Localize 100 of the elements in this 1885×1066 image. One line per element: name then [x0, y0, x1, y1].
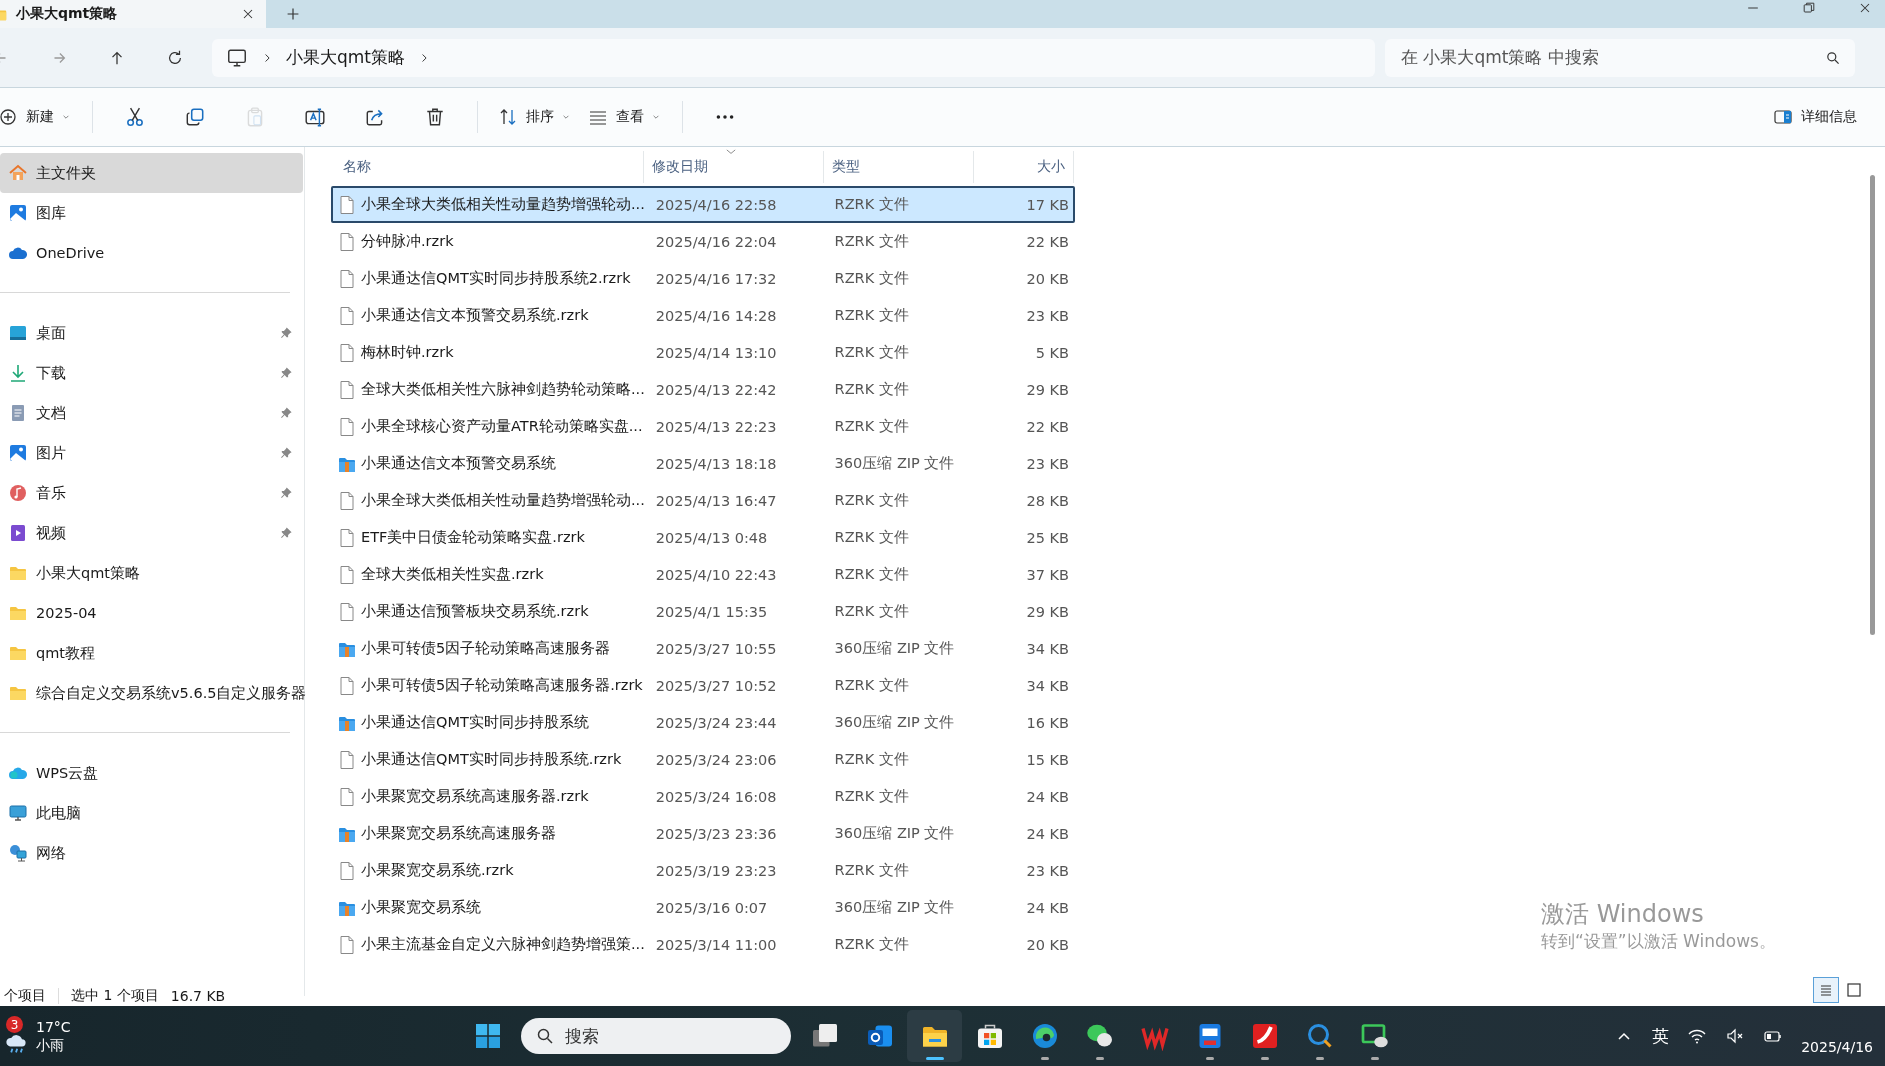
table-cell-text: 2025/3/24 16:08: [654, 788, 778, 805]
sidebar-item[interactable]: 2025-04: [0, 593, 303, 633]
file-name: 小果通达信QMT实时同步持股系统.rzrk: [361, 750, 622, 769]
table-cell-text: 2025/3/24 23:44: [654, 714, 778, 731]
table-cell-text: 22 KB: [1025, 233, 1070, 250]
file-name: 小果聚宽交易系统高速服务器: [361, 824, 556, 843]
scrollbar[interactable]: [1870, 175, 1875, 635]
file-row[interactable]: 小果聚宽交易系统高速服务器 2025/3/23 23:36 360压缩 ZIP 文件 24 KB: [331, 815, 1075, 852]
table-cell-text: 24 KB: [1025, 899, 1070, 916]
toolbar-button[interactable]: 新建: [0, 101, 80, 133]
trash-icon[interactable]: [424, 106, 446, 128]
file-row[interactable]: 小果可转债5因子轮动策略高速服务器.rzrk 2025/3/27 10:52 RZRK 文件 34 KB: [331, 667, 1075, 704]
activation-text: 转到“设置”以激活 Windows。: [1541, 930, 1776, 953]
file-row[interactable]: 小果通达信文本预警交易系统.rzrk 2025/4/16 14:28 RZRK 文件 23 KB: [331, 297, 1075, 334]
file-row[interactable]: 小果全球核心资产动量ATR轮动策略实盘... 2025/4/13 22:23 RZRK 文件 22 KB: [331, 408, 1075, 445]
details-pane-icon: [1773, 107, 1793, 127]
table-cell-text: 25 KB: [1025, 529, 1070, 546]
file-row[interactable]: 小果可转债5因子轮动策略高速服务器 2025/3/27 10:55 360压缩 ZIP 文件 34 KB: [331, 630, 1075, 667]
sidebar-item[interactable]: 下载: [0, 353, 303, 393]
clock-date[interactable]: 2025/4/16: [1801, 1039, 1873, 1055]
file-row[interactable]: 分钟脉冲.rzrk 2025/4/16 22:04 RZRK 文件 22 KB: [331, 223, 1075, 260]
sidebar-item[interactable]: 视频: [0, 513, 303, 553]
column-header[interactable]: 类型: [824, 151, 974, 183]
table-cell-text: RZRK 文件: [833, 935, 910, 954]
sidebar-item[interactable]: 主文件夹: [0, 153, 303, 193]
sidebar-item[interactable]: 小果大qmt策略: [0, 553, 303, 593]
table-cell-text: 29 KB: [1025, 381, 1070, 398]
sidebar-item[interactable]: 此电脑: [0, 793, 303, 833]
file-row[interactable]: 梅林时钟.rzrk 2025/4/14 13:10 RZRK 文件 5 KB: [331, 334, 1075, 371]
file-row[interactable]: 小果通达信QMT实时同步持股系统 2025/3/24 23:44 360压缩 ZIP 文件 16 KB: [331, 704, 1075, 741]
status-text: 个项目: [4, 987, 46, 1005]
search-field[interactable]: 在 小果大qmt策略 中搜索: [1385, 38, 1855, 77]
sidebar-item[interactable]: 音乐: [0, 473, 303, 513]
sidebar-item[interactable]: 网络: [0, 833, 303, 873]
breadcrumb-item[interactable]: 小果大qmt策略: [286, 46, 406, 69]
table-cell-text: 360压缩 ZIP 文件: [833, 639, 956, 658]
file-name: 小果通达信文本预警交易系统.rzrk: [361, 306, 589, 325]
column-header[interactable]: 大小: [974, 151, 1074, 183]
file-icon: [337, 489, 357, 512]
table-cell-text: 17 KB: [1025, 196, 1070, 213]
scissors-icon[interactable]: [124, 106, 146, 128]
search-icon[interactable]: [1825, 49, 1841, 66]
file-row[interactable]: 小果主流基金自定义六脉神剑趋势增强策... 2025/3/14 11:00 RZRK 文件 20 KB: [331, 926, 1075, 963]
tab[interactable]: 小果大qmt策略: [0, 0, 266, 28]
sidebar-item[interactable]: WPS云盘: [0, 753, 303, 793]
file-name: 梅林时钟.rzrk: [361, 343, 454, 362]
details-button[interactable]: 详细信息: [1765, 101, 1865, 133]
table-cell-text: 2025/4/13 22:23: [654, 418, 778, 435]
file-row[interactable]: ETF美中日债金轮动策略实盘.rzrk 2025/4/13 0:48 RZRK 文件 25 KB: [331, 519, 1075, 556]
file-row[interactable]: 小果聚宽交易系统.rzrk 2025/3/19 23:23 RZRK 文件 23 KB: [331, 852, 1075, 889]
sidebar-item[interactable]: 综合自定义交易系统v5.6.5自定义服务器: [0, 673, 303, 713]
music-icon: [8, 483, 28, 503]
file-row[interactable]: 小果通达信QMT实时同步持股系统2.rzrk 2025/4/16 17:32 RZRK 文件 20 KB: [331, 260, 1075, 297]
sidebar-item[interactable]: 桌面: [0, 313, 303, 353]
table-cell-text: 28 KB: [1025, 492, 1070, 509]
restore-icon[interactable]: [1801, 0, 1817, 16]
column-header[interactable]: 修改日期: [644, 151, 824, 183]
sidebar-item[interactable]: qmt教程: [0, 633, 303, 673]
sidebar-item[interactable]: 图库: [0, 193, 303, 233]
column-header[interactable]: 名称: [325, 151, 644, 183]
file-row[interactable]: 小果聚宽交易系统高速服务器.rzrk 2025/3/24 16:08 RZRK 文件 24 KB: [331, 778, 1075, 815]
view-toggle-button[interactable]: [1813, 977, 1839, 1003]
notification-badge: 3: [6, 1016, 23, 1033]
file-row[interactable]: 小果聚宽交易系统 2025/3/16 0:07 360压缩 ZIP 文件 24 KB: [331, 889, 1075, 926]
address-bar[interactable]: 小果大qmt策略: [212, 38, 1375, 77]
video-icon: [8, 523, 28, 543]
file-name: 小果通达信预警板块交易系统.rzrk: [361, 602, 589, 621]
file-row[interactable]: 小果通达信QMT实时同步持股系统.rzrk 2025/3/24 23:06 RZRK 文件 15 KB: [331, 741, 1075, 778]
rename-icon[interactable]: [304, 106, 326, 128]
sidebar-item[interactable]: OneDrive: [0, 233, 303, 273]
table-cell-text: 360压缩 ZIP 文件: [833, 824, 956, 843]
sidebar-item[interactable]: 文档: [0, 393, 303, 433]
table-cell-text: 2025/4/13 22:42: [654, 381, 778, 398]
table-cell-text: RZRK 文件: [833, 195, 910, 214]
refresh-icon[interactable]: [166, 48, 184, 67]
file-name: 小果全球大类低相关性动量趋势增强轮动...: [361, 491, 645, 510]
activation-title: 激活 Windows: [1541, 899, 1705, 930]
table-cell-text: 2025/4/13 0:48: [654, 529, 769, 546]
taskbar-button[interactable]: [907, 1010, 962, 1062]
file-row[interactable]: 小果通达信文本预警交易系统 2025/4/13 18:18 360压缩 ZIP 文件 23 KB: [331, 445, 1075, 482]
weather-widget[interactable]: 3 17°C 小雨: [0, 1016, 460, 1056]
table-cell-text: RZRK 文件: [833, 861, 910, 880]
image-icon: [8, 203, 28, 223]
monitor-icon: [8, 803, 28, 823]
status-text: 选中 1 个项目: [71, 987, 159, 1005]
file-row[interactable]: 小果全球大类低相关性动量趋势增强轮动... 2025/4/16 22:58 RZRK 文件 17 KB: [331, 186, 1075, 223]
input-method[interactable]: 英: [1652, 1024, 1670, 1048]
file-icon: [337, 933, 357, 956]
toolbar-button[interactable]: 排序: [490, 101, 580, 133]
file-row[interactable]: 全球大类低相关性实盘.rzrk 2025/4/10 22:43 RZRK 文件 37 KB: [331, 556, 1075, 593]
taskbar-search[interactable]: 搜索: [521, 1018, 791, 1054]
toolbar-button[interactable]: 查看: [580, 101, 670, 133]
file-row[interactable]: 小果全球大类低相关性动量趋势增强轮动... 2025/4/13 16:47 RZRK 文件 28 KB: [331, 482, 1075, 519]
file-row[interactable]: 小果通达信预警板块交易系统.rzrk 2025/4/1 15:35 RZRK 文件 29 KB: [331, 593, 1075, 630]
table-cell-text: RZRK 文件: [833, 750, 910, 769]
table-cell-text: RZRK 文件: [833, 676, 910, 695]
sidebar-item[interactable]: 图片: [0, 433, 303, 473]
file-row[interactable]: 全球大类低相关性六脉神剑趋势轮动策略... 2025/4/13 22:42 RZRK 文件 29 KB: [331, 371, 1075, 408]
table-cell-text: 20 KB: [1025, 270, 1070, 287]
copy-icon[interactable]: [184, 106, 206, 128]
